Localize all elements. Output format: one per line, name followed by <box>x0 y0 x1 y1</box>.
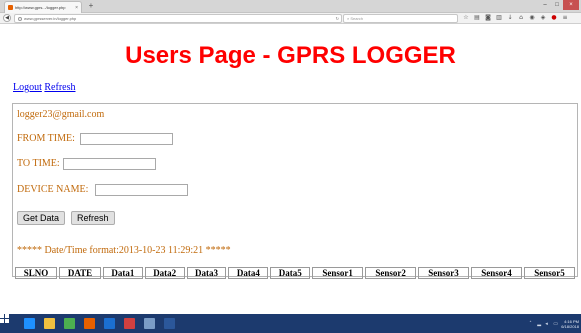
search-bar[interactable]: ⌕ Search <box>343 14 458 23</box>
internet-explorer-icon[interactable] <box>24 318 35 329</box>
device-name-input[interactable] <box>95 184 188 196</box>
col-date: DATE <box>59 267 101 279</box>
network-icon[interactable]: ▂ <box>537 321 543 327</box>
shield-icon[interactable]: ◉ <box>528 14 536 22</box>
from-time-input[interactable] <box>80 133 173 145</box>
addon-icon[interactable]: ◈ <box>539 14 547 22</box>
reload-icon[interactable]: ↻ <box>336 15 339 23</box>
col-data5: Data5 <box>270 267 311 279</box>
back-button[interactable]: ◀ <box>3 14 11 22</box>
col-slno: SLNO <box>15 267 58 279</box>
word-icon[interactable] <box>164 318 175 329</box>
clock-date: 6/18/2018 <box>561 324 579 329</box>
download-icon[interactable]: ↓ <box>506 14 514 22</box>
col-sensor1: Sensor1 <box>312 267 364 279</box>
table-header-row: SLNO DATE Data1 Data2 Data3 Data4 Data5 … <box>15 267 575 279</box>
col-sensor4: Sensor4 <box>471 267 522 279</box>
to-time-input[interactable] <box>63 158 156 170</box>
col-sensor5: Sensor5 <box>523 267 575 279</box>
refresh-link[interactable]: Refresh <box>44 82 75 93</box>
refresh-button[interactable]: Refresh <box>71 211 115 225</box>
taskbar: ˄ ▂ ◂ ▭ 4:16 PM 6/18/2018 <box>0 314 581 333</box>
home-icon[interactable]: ⌂ <box>517 14 525 22</box>
tab-title: http://www.gprs.../logger.php <box>15 5 66 10</box>
media-player-icon[interactable] <box>104 318 115 329</box>
toolbar-icons: ☆ ▤ ◙ ▥ ↓ ⌂ ◉ ◈ ● ≡ <box>462 14 569 22</box>
chrome-icon[interactable] <box>64 318 75 329</box>
col-data3: Data3 <box>186 267 227 279</box>
pocket-icon[interactable]: ◙ <box>484 14 492 22</box>
main-panel: logger23@gmail.com FROM TIME: TO TIME: D… <box>12 103 578 279</box>
volume-icon[interactable]: ◂ <box>545 321 551 327</box>
get-data-button[interactable]: Get Data <box>17 211 66 225</box>
browser-tab[interactable]: http://www.gprs.../logger.php × <box>4 1 82 13</box>
file-explorer-icon[interactable] <box>44 318 55 329</box>
page-title: Users Page - GPRS LOGGER <box>125 42 456 69</box>
new-tab-button[interactable]: + <box>86 1 96 11</box>
library-icon[interactable]: ▥ <box>495 14 503 22</box>
col-data4: Data4 <box>228 267 269 279</box>
top-links: Logout Refresh <box>13 82 76 94</box>
star-icon[interactable]: ☆ <box>462 14 470 22</box>
nav-bar: ◀ www.gprsserver.in/logger.php ↻ ⌕ Searc… <box>0 13 581 24</box>
clock[interactable]: 4:16 PM 6/18/2018 <box>561 319 579 329</box>
system-tray: ˄ ▂ ◂ ▭ 4:16 PM 6/18/2018 <box>529 317 579 331</box>
firefox-icon[interactable] <box>84 318 95 329</box>
from-time-label: FROM TIME: <box>17 133 75 144</box>
col-data2: Data2 <box>144 267 185 279</box>
keyboard-icon[interactable]: ▭ <box>553 321 559 327</box>
data-table: SLNO DATE Data1 Data2 Data3 Data4 Data5 … <box>13 265 577 281</box>
search-placeholder: Search <box>350 16 364 21</box>
close-window-button[interactable]: × <box>563 0 579 10</box>
paint-icon[interactable] <box>124 318 135 329</box>
mail-icon[interactable] <box>144 318 155 329</box>
col-sensor2: Sensor2 <box>365 267 417 279</box>
tab-bar: http://www.gprs.../logger.php × + – □ × <box>0 0 581 13</box>
url-bar[interactable]: www.gprsserver.in/logger.php ↻ <box>14 14 342 23</box>
menu-icon[interactable]: ≡ <box>561 14 569 22</box>
url-text: www.gprsserver.in/logger.php <box>24 16 77 21</box>
to-time-label: TO TIME: <box>17 158 60 169</box>
chevron-up-icon[interactable]: ˄ <box>529 321 535 327</box>
logout-link[interactable]: Logout <box>13 82 42 93</box>
date-format-note: ***** Date/Time format:2013-10-23 11:29:… <box>17 245 231 256</box>
reader-icon[interactable]: ▤ <box>473 14 481 22</box>
favicon-icon <box>8 5 13 10</box>
windows-start-icon[interactable] <box>0 314 9 323</box>
window-controls: – □ × <box>539 0 579 11</box>
maximize-button[interactable]: □ <box>551 0 563 10</box>
col-data1: Data1 <box>102 267 143 279</box>
adblock-icon[interactable]: ● <box>550 14 558 22</box>
tab-close-icon[interactable]: × <box>75 5 78 11</box>
minimize-button[interactable]: – <box>539 0 551 10</box>
user-email: logger23@gmail.com <box>17 109 105 120</box>
col-sensor3: Sensor3 <box>418 267 469 279</box>
globe-icon <box>18 17 22 21</box>
device-name-label: DEVICE NAME: <box>17 184 89 195</box>
